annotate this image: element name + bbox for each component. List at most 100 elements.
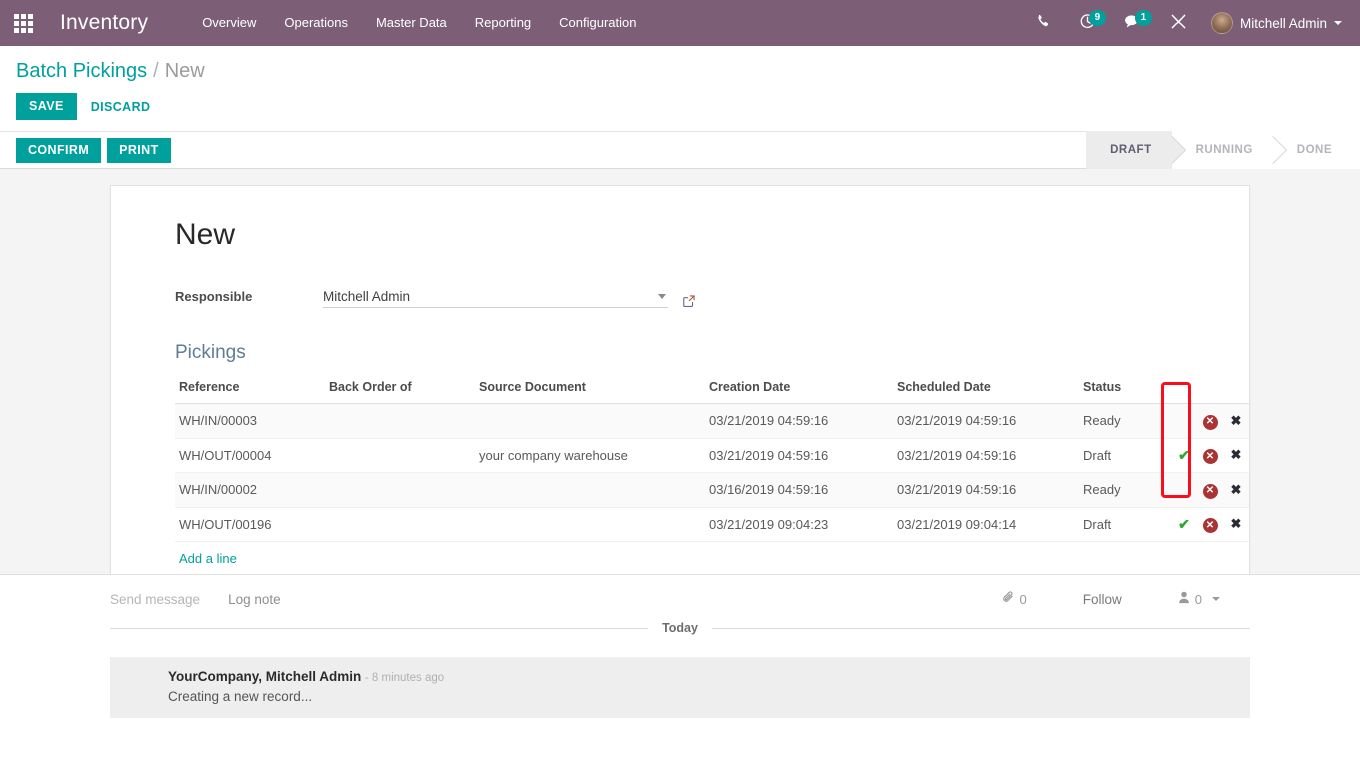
chevron-down-icon[interactable] [658,294,666,299]
menu-item-master-data[interactable]: Master Data [362,0,461,46]
cell-creation-date[interactable]: 03/21/2019 09:04:23 [705,507,893,542]
column-header-status[interactable]: Status [1079,376,1171,404]
app-brand-title[interactable]: Inventory [60,11,148,35]
column-header-reference[interactable]: Reference [175,376,325,404]
status-badge[interactable]: Draft [1079,507,1171,542]
control-panel: Batch Pickings / New SAVE DISCARD CONFIR… [0,46,1360,169]
save-button[interactable]: SAVE [16,93,77,120]
attachments-button[interactable]: 0 [972,591,1057,607]
close-icon[interactable]: ✖ [1231,516,1242,531]
separator-line-right [712,628,1250,629]
message-header: YourCompany, Mitchell Admin - 8 minutes … [168,669,1236,684]
menu-item-operations[interactable]: Operations [270,0,362,46]
cell-reference[interactable]: WH/OUT/00004 [175,438,325,473]
column-header-scheduled-date[interactable]: Scheduled Date [893,376,1079,404]
cell-back-order-of[interactable] [325,473,475,508]
cell-scheduled-date[interactable]: 03/21/2019 04:59:16 [893,438,1079,473]
chevron-down-icon[interactable] [1212,597,1220,601]
cancel-circle-icon[interactable]: ✕ [1203,449,1218,464]
cell-scheduled-date[interactable]: 03/21/2019 09:04:14 [893,507,1079,542]
cancel-circle-icon[interactable]: ✕ [1203,415,1218,430]
status-step-draft[interactable]: DRAFT [1086,131,1171,169]
chevron-down-icon [1334,21,1342,25]
menu-item-configuration[interactable]: Configuration [545,0,650,46]
statusbar-row: CONFIRM PRINT DRAFT RUNNING DONE [0,131,1360,169]
chatter-message: YourCompany, Mitchell Admin - 8 minutes … [110,657,1250,718]
responsible-input[interactable]: Mitchell Admin [323,289,658,304]
cell-reference[interactable]: WH/IN/00003 [175,404,325,439]
discard-button[interactable]: DISCARD [91,100,151,114]
add-a-line-link[interactable]: Add a line [175,542,241,566]
validate-icon-cell [1171,473,1197,508]
date-separator: Today [110,621,1250,635]
check-icon[interactable]: ✔ [1178,447,1190,463]
table-row[interactable]: WH/IN/00003 03/21/2019 04:59:16 03/21/20… [175,404,1249,439]
follow-button[interactable]: Follow [1057,592,1148,607]
activities-count-badge: 9 [1089,10,1106,26]
attachment-count: 0 [1020,592,1027,607]
cell-source-document[interactable]: your company warehouse [475,438,705,473]
send-message-button[interactable]: Send message [110,592,200,607]
cell-creation-date[interactable]: 03/16/2019 04:59:16 [705,473,893,508]
cell-creation-date[interactable]: 03/21/2019 04:59:16 [705,404,893,439]
table-header-row: Reference Back Order of Source Document … [175,376,1249,404]
navbar-right-tools: 9 1 Mitchell Admin [1022,0,1348,46]
cell-source-document[interactable] [475,473,705,508]
apps-grid-button[interactable] [0,0,46,46]
delete-icon-cell: ✖ [1223,438,1249,473]
log-note-button[interactable]: Log note [228,592,281,607]
menu-item-overview[interactable]: Overview [188,0,270,46]
validate-icon-cell: ✔ [1171,438,1197,473]
pickings-section-title: Pickings [175,342,1215,364]
status-step-running[interactable]: RUNNING [1172,131,1273,169]
menu-item-reporting[interactable]: Reporting [461,0,545,46]
table-row[interactable]: WH/OUT/00004 your company warehouse 03/2… [175,438,1249,473]
cell-back-order-of[interactable] [325,507,475,542]
column-header-delete [1223,376,1249,404]
activities-button[interactable]: 9 [1065,0,1110,46]
cancel-circle-icon[interactable]: ✕ [1203,484,1218,499]
table-row[interactable]: WH/OUT/00196 03/21/2019 09:04:23 03/21/2… [175,507,1249,542]
print-button[interactable]: PRINT [107,138,171,163]
responsible-input-wrap[interactable]: Mitchell Admin [323,289,668,308]
followers-button[interactable]: 0 [1148,591,1250,607]
column-header-cancel [1197,376,1223,404]
close-icon[interactable]: ✖ [1231,413,1242,428]
column-header-source-document[interactable]: Source Document [475,376,705,404]
cell-reference[interactable]: WH/IN/00002 [175,473,325,508]
cell-back-order-of[interactable] [325,438,475,473]
cell-reference[interactable]: WH/OUT/00196 [175,507,325,542]
close-icon[interactable]: ✖ [1231,482,1242,497]
paperclip-icon [1002,591,1015,607]
status-badge[interactable]: Draft [1079,438,1171,473]
responsible-field-row: Responsible Mitchell Admin [175,278,1215,308]
status-badge[interactable]: Ready [1079,473,1171,508]
developer-tools-button[interactable] [1156,0,1201,46]
column-header-back-order-of[interactable]: Back Order of [325,376,475,404]
check-icon[interactable]: ✔ [1178,516,1190,532]
user-menu[interactable]: Mitchell Admin [1201,0,1348,46]
phone-icon [1036,14,1051,32]
cell-source-document[interactable] [475,507,705,542]
cancel-circle-icon[interactable]: ✕ [1203,518,1218,533]
cell-scheduled-date[interactable]: 03/21/2019 04:59:16 [893,473,1079,508]
responsible-label: Responsible [175,289,323,308]
column-header-creation-date[interactable]: Creation Date [705,376,893,404]
cell-back-order-of[interactable] [325,404,475,439]
status-badge[interactable]: Ready [1079,404,1171,439]
cell-creation-date[interactable]: 03/21/2019 04:59:16 [705,438,893,473]
confirm-button[interactable]: CONFIRM [16,138,101,163]
messages-button[interactable]: 1 [1110,0,1156,46]
close-icon[interactable]: ✖ [1231,447,1242,462]
message-author: YourCompany, Mitchell Admin [168,669,361,684]
form-content-area: New Responsible Mitchell Admin Pickings [0,169,1360,574]
table-row[interactable]: WH/IN/00002 03/16/2019 04:59:16 03/21/20… [175,473,1249,508]
phone-button[interactable] [1022,0,1065,46]
cell-source-document[interactable] [475,404,705,439]
breadcrumb-root-link[interactable]: Batch Pickings [16,60,147,83]
messages-count-badge: 1 [1135,10,1152,26]
chatter: Send message Log note 0 Follow [0,574,1360,764]
main-menu: Overview Operations Master Data Reportin… [188,0,650,46]
external-link-icon[interactable] [682,294,696,308]
cell-scheduled-date[interactable]: 03/21/2019 04:59:16 [893,404,1079,439]
